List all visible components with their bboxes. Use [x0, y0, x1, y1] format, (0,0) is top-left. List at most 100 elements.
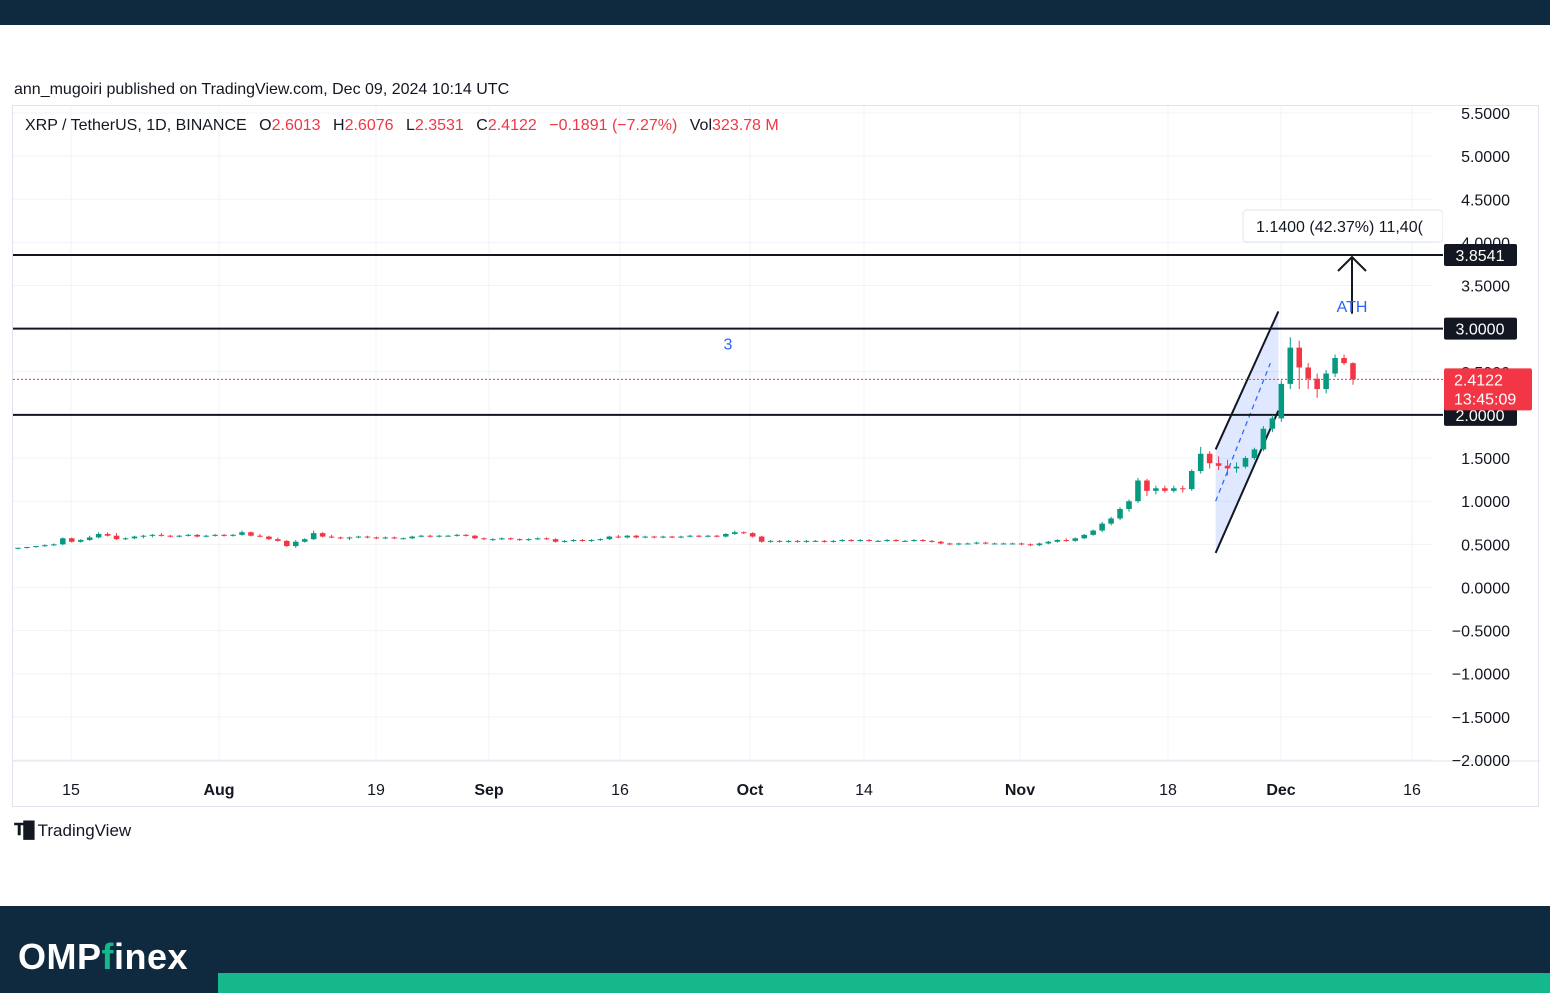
candle-body: [633, 535, 639, 538]
x-tick-label: 16: [1403, 782, 1421, 799]
candle-body: [1179, 488, 1186, 490]
candle-body: [929, 540, 935, 542]
candle-body: [266, 536, 272, 540]
close-label: C: [476, 117, 488, 134]
candle-body: [1045, 541, 1052, 544]
candle-body: [1206, 453, 1213, 464]
candle-body: [1162, 488, 1168, 491]
y-tick-label: −0.5000: [1452, 624, 1510, 641]
candle-body: [60, 538, 66, 545]
candle-body: [920, 540, 926, 542]
candle-body: [561, 540, 568, 542]
candle-body: [606, 536, 613, 540]
brand-part-1: OMP: [18, 936, 102, 977]
y-tick-label: 0.5000: [1461, 537, 1510, 554]
candle-body: [158, 534, 165, 536]
candle-body: [86, 537, 93, 541]
candle-body: [893, 540, 899, 542]
candle-body: [481, 538, 487, 540]
candle-body: [1296, 347, 1303, 368]
candle-body: [382, 537, 389, 539]
candle-body: [104, 533, 111, 536]
candle-body: [973, 542, 980, 544]
candle-body: [176, 535, 183, 537]
footer-accent-stripe: [218, 973, 1550, 993]
symbol-label[interactable]: XRP / TetherUS, 1D, BINANCE: [25, 117, 247, 134]
candle-body: [991, 543, 998, 545]
candle-body: [212, 534, 218, 536]
candle-body: [167, 535, 174, 537]
candle-body: [758, 536, 765, 542]
candle-body: [15, 547, 21, 549]
candle-body: [884, 540, 890, 542]
y-tick-label: 0.0000: [1461, 580, 1510, 597]
candle-body: [1332, 357, 1338, 374]
price-level-tag-text: 3.0000: [1456, 322, 1505, 339]
high-label: H: [333, 117, 345, 134]
candle-body: [1224, 465, 1231, 469]
candle-body: [570, 540, 577, 542]
candle-body: [1305, 367, 1311, 379]
candle-body: [51, 544, 57, 546]
candle-body: [723, 533, 729, 537]
candle-body: [1126, 501, 1132, 509]
candle-body: [821, 540, 828, 542]
x-tick-label: Dec: [1266, 782, 1295, 799]
candle-body: [508, 538, 514, 540]
x-tick-label: 19: [367, 782, 385, 799]
volume-label: Vol: [689, 117, 713, 134]
open-label: O: [259, 117, 272, 134]
candle-body: [588, 540, 595, 542]
candle-body: [678, 536, 684, 538]
candle-body: [346, 537, 353, 539]
candle-body: [436, 535, 442, 537]
candle-body: [624, 535, 631, 538]
candle-body: [185, 534, 192, 536]
y-tick-label: 4.5000: [1461, 192, 1510, 209]
candle-body: [1260, 428, 1267, 450]
candle-body: [113, 535, 120, 540]
volume-value: 323.78 M: [712, 117, 779, 134]
candle-body: [1117, 508, 1123, 519]
candle-body: [597, 539, 604, 541]
candle-body: [767, 540, 774, 542]
candle-body: [525, 539, 532, 541]
x-tick-label: 15: [62, 782, 80, 799]
candle-body: [122, 538, 129, 540]
candle-body: [1314, 378, 1320, 390]
candle-body: [284, 540, 290, 547]
candle-body: [1269, 418, 1276, 429]
candle-body: [400, 538, 407, 540]
price-chart[interactable]: 5.50005.00004.50004.00003.50003.00002.50…: [13, 106, 1540, 808]
candle-body: [1341, 357, 1347, 364]
candle-body: [239, 532, 245, 535]
candle-body: [1108, 518, 1114, 524]
low-label: L: [405, 117, 415, 134]
candle-body: [319, 533, 326, 537]
candle-body: [955, 543, 962, 545]
candle-body: [615, 536, 622, 538]
candle-body: [42, 545, 48, 547]
tradingview-logo[interactable]: 𝐓█ TradingView: [14, 821, 131, 841]
candle-body: [230, 534, 236, 536]
candle-body: [705, 535, 711, 537]
y-tick-label: 5.0000: [1461, 149, 1510, 166]
candle-body: [337, 537, 344, 539]
candle-body: [33, 546, 39, 548]
x-tick-label: Aug: [203, 782, 234, 799]
candle-body: [1054, 540, 1061, 542]
candle-body: [1099, 523, 1105, 531]
measure-label-clip: [1443, 206, 1449, 246]
candle-body: [310, 533, 317, 540]
candle-body: [1027, 544, 1034, 546]
candle-body: [1251, 449, 1258, 459]
candle-body: [938, 541, 944, 544]
candle-body: [203, 535, 209, 537]
candle-body: [364, 536, 371, 538]
candle-body: [534, 538, 541, 540]
candle-body: [301, 539, 308, 542]
chart-frame[interactable]: 5.50005.00004.50004.00003.50003.00002.50…: [12, 105, 1540, 808]
candle-body: [418, 535, 424, 537]
candle-body: [373, 537, 380, 539]
x-tick-label: 14: [855, 782, 873, 799]
